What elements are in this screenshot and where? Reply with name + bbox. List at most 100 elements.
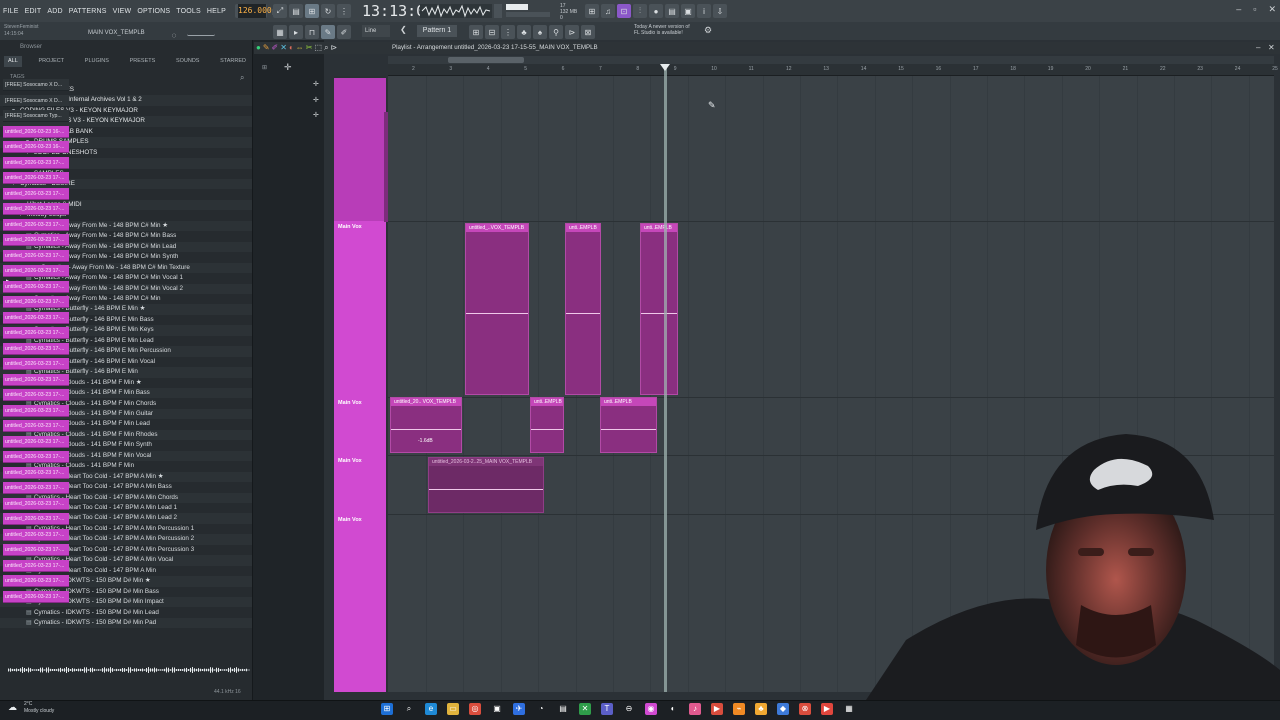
audio-clip[interactable]: untitled_2026-03-2..25_MAIN VOX_TEMPLB [428, 457, 544, 513]
app-icon-f[interactable]: ◐ [667, 703, 679, 715]
horizontal-scrollbar[interactable] [388, 56, 1274, 64]
track-header-main-vox-1[interactable]: Main Vox [334, 221, 386, 397]
track-header-main-vox-4[interactable]: Main Vox [334, 514, 386, 692]
tool-icon-a[interactable]: ♣ [517, 25, 531, 39]
audio-clip[interactable]: unti..EMPLB [530, 397, 564, 453]
app-icon-i[interactable]: ⌁ [733, 703, 745, 715]
tab-sounds[interactable]: SOUNDS [172, 56, 204, 67]
picker-item[interactable]: untitled_2026-03-23 17-... [3, 373, 69, 386]
audio-clip[interactable]: untitled_..VOX_TEMPLB [465, 223, 529, 395]
browser-file[interactable]: ▤ Cymatics - IDKWTS - 150 BPM D# Min Pad [0, 617, 252, 629]
add-pattern-icon[interactable]: ⊞ [469, 25, 483, 39]
tool-icon-d[interactable]: ⊳ [565, 25, 579, 39]
info-icon[interactable]: i [697, 4, 711, 18]
draw-mode-icon[interactable]: ✎ [263, 43, 270, 53]
picker-item[interactable]: untitled_2026-03-23 17-... [3, 311, 69, 324]
playlist-icon[interactable]: ⊞ [585, 4, 599, 18]
app-icon-c[interactable]: ▤ [557, 703, 569, 715]
menu-tools[interactable]: TOOLS [173, 8, 204, 15]
magnet-icon[interactable]: ⊓ [305, 25, 319, 39]
picker-item[interactable]: [FREE] Sosocamo Typ... [3, 110, 69, 122]
picker-item[interactable]: untitled_2026-03-23 17-... [3, 327, 69, 339]
playhead-marker[interactable] [660, 64, 670, 71]
track-header-main-vox-3[interactable]: Main Vox [334, 455, 386, 514]
download-icon[interactable]: ⇩ [713, 4, 727, 18]
picker-item[interactable]: untitled_2026-03-23 17-... [3, 497, 69, 510]
sample-preview-waveform[interactable] [8, 664, 250, 676]
arrow-icon[interactable]: ▸ [289, 25, 303, 39]
maximize-icon[interactable]: ▫ [1253, 4, 1256, 15]
fl-studio-taskbar-icon[interactable]: ♣ [755, 703, 767, 715]
picker-item[interactable]: untitled_2026-03-23 17-... [3, 451, 69, 463]
picker-item[interactable]: untitled_2026-03-23 17-... [3, 420, 69, 432]
picker-item[interactable]: untitled_2026-03-23 17-... [3, 528, 69, 541]
audio-clip[interactable]: unti..EMPLB [600, 397, 657, 453]
picker-item[interactable]: untitled_2026-03-23 17-... [3, 234, 69, 246]
tab-starred[interactable]: STARRED [216, 56, 250, 67]
select-mode-icon[interactable]: ⬚ [315, 43, 323, 53]
minimize-icon[interactable]: – [1236, 4, 1241, 15]
picker-item[interactable]: untitled_2026-03-23 16-... [3, 125, 69, 138]
snap-select[interactable]: Line [362, 25, 390, 37]
audio-clip[interactable]: unti..EMPLB [565, 223, 601, 395]
tab-all[interactable]: ALL [4, 56, 22, 67]
menu-help[interactable]: HELP [204, 8, 229, 15]
picker-item[interactable]: untitled_2026-03-23 17-... [3, 544, 69, 556]
app-icon-k[interactable]: ⊗ [799, 703, 811, 715]
picker-item[interactable]: untitled_2026-03-23 17-... [3, 280, 69, 293]
teams-icon[interactable]: T [601, 703, 613, 715]
channel-rack-icon[interactable]: ⊡ [617, 4, 631, 18]
search-icon[interactable]: ⌕ [240, 73, 244, 83]
store-icon[interactable]: ▣ [491, 703, 503, 715]
delete-mode-icon[interactable]: ✕ [280, 43, 287, 53]
app-icon-a[interactable]: ✈ [513, 703, 525, 715]
picker-item[interactable]: untitled_2026-03-23 17-... [3, 172, 69, 184]
tool-icon-b[interactable]: ♠ [533, 25, 547, 39]
picker-item[interactable]: untitled_2026-03-23 17-... [3, 466, 69, 479]
tab-project[interactable]: PROJECT [34, 56, 68, 67]
picker-item[interactable]: untitled_2026-03-23 17-... [3, 435, 69, 448]
clone-pattern-icon[interactable]: ⊟ [485, 25, 499, 39]
picker-item[interactable]: untitled_2026-03-23 17-... [3, 404, 69, 417]
slip-mode-icon[interactable]: ⇔ [296, 43, 304, 53]
tab-presets[interactable]: PRESETS [126, 56, 160, 67]
playlist-close-icon[interactable]: ✕ [1268, 43, 1275, 52]
tool-icon-e[interactable]: ⊠ [581, 25, 595, 39]
search-taskbar-icon[interactable]: ⌕ [403, 703, 415, 715]
scrollbar-thumb[interactable] [448, 57, 524, 63]
picker-item[interactable]: untitled_2026-03-23 17-... [3, 358, 69, 370]
app-icon-e[interactable]: ◉ [645, 703, 657, 715]
typing-keyboard-icon[interactable]: ▤ [289, 4, 303, 18]
snap-icon[interactable]: ⤢ [273, 4, 287, 18]
menu-add[interactable]: ADD [44, 8, 65, 15]
update-notice[interactable]: Today A newer version of FL Studio is av… [634, 24, 690, 36]
tab-plugins[interactable]: PLUGINS [81, 56, 113, 67]
edge-icon[interactable]: e [425, 703, 437, 715]
pattern-list-icon[interactable]: ⋮ [501, 25, 515, 39]
playback-mode-icon[interactable]: ⊳ [331, 43, 338, 53]
picker-item[interactable]: untitled_2026-03-23 17-... [3, 265, 69, 277]
mute-mode-icon[interactable]: ◐ [289, 43, 294, 53]
pattern-select[interactable]: Pattern 1 [417, 25, 457, 37]
track-header-top[interactable] [334, 78, 386, 221]
picker-item[interactable]: untitled_2026-03-23 17-... [3, 559, 69, 572]
picker-item[interactable]: untitled_2026-03-23 17-... [3, 187, 69, 200]
add-clip-icon[interactable]: ✛ [313, 96, 319, 104]
audio-clip[interactable]: unti..EMPLB [640, 223, 678, 395]
picker-item[interactable]: untitled_2026-03-23 17-... [3, 156, 69, 169]
blend-notes-icon[interactable]: ⋮ [337, 4, 351, 18]
draw-tool-icon[interactable]: ✎ [321, 25, 335, 39]
add-clip-icon[interactable]: ✛ [313, 111, 319, 119]
start-icon[interactable]: ⊞ [381, 703, 393, 715]
picker-item[interactable]: [FREE] Sosocamo X D... [3, 79, 69, 91]
paint-tool-icon[interactable]: ✐ [337, 25, 351, 39]
master-volume-slider[interactable] [494, 4, 502, 18]
picker-item[interactable]: untitled_2026-03-23 17-... [3, 575, 69, 587]
loop-record-icon[interactable]: ↻ [321, 4, 335, 18]
app-icon-g[interactable]: ♪ [689, 703, 701, 715]
zoom-mode-icon[interactable]: ⌕ [324, 43, 328, 53]
settings-gear-icon[interactable]: ⚙ [704, 25, 712, 36]
playlist-title[interactable]: Playlist - Arrangement untitled_2026-03-… [392, 44, 598, 51]
picker-item[interactable]: untitled_2026-03-23 17-... [3, 203, 69, 215]
playhead[interactable] [664, 64, 667, 692]
